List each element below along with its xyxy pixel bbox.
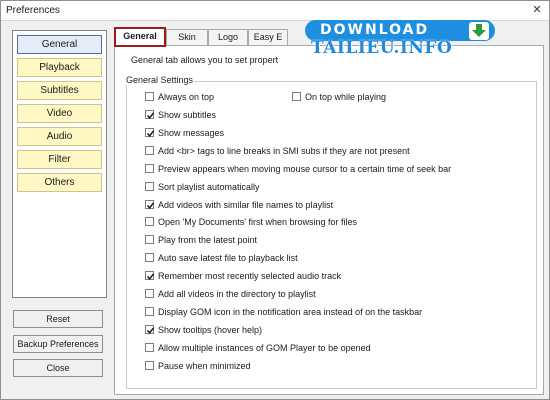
- option-label: Display GOM icon in the notification are…: [158, 306, 423, 317]
- checkbox[interactable]: [292, 92, 301, 101]
- title-bar: Preferences ✕: [1, 1, 549, 21]
- tab-logo[interactable]: Logo: [208, 29, 248, 45]
- sidebar-item-playback[interactable]: Playback: [17, 58, 102, 77]
- option-sort-playlist[interactable]: Sort playlist automatically: [145, 181, 260, 194]
- option-label: Remember most recently selected audio tr…: [158, 271, 342, 282]
- checkbox[interactable]: [145, 342, 154, 352]
- option-label: Preview appears when moving mouse cursor…: [158, 163, 452, 174]
- check-icon: [146, 130, 155, 137]
- checkbox[interactable]: [145, 324, 155, 334]
- sidebar-item-label: Filter: [48, 154, 71, 165]
- option-show-subtitles[interactable]: Show subtitles: [145, 110, 216, 122]
- option-pause-when-minimized[interactable]: Pause when minimized: [145, 360, 251, 373]
- option-add-br-tags[interactable]: Add <br> tags to line breaks in SMI subs…: [145, 145, 410, 158]
- watermark-line1: DOWNLOAD: [320, 22, 430, 38]
- sidebar-item-label: Subtitles: [40, 85, 79, 96]
- option-add-similar-videos[interactable]: Add videos with similar file names to pl…: [145, 199, 334, 212]
- checkbox[interactable]: [145, 110, 155, 119]
- option-show-messages[interactable]: Show messages: [145, 127, 225, 140]
- option-show-tooltips[interactable]: Show tooltips (hover help): [145, 324, 263, 337]
- reset-button[interactable]: Reset: [13, 310, 103, 328]
- checkbox[interactable]: [145, 289, 154, 298]
- option-label: Open 'My Documents' first when browsing …: [158, 217, 358, 228]
- category-sidebar: General Playback Subtitles Video Audio F…: [12, 30, 107, 298]
- option-label: On top while playing: [305, 92, 387, 102]
- option-label: Sort playlist automatically: [158, 181, 260, 192]
- checkbox[interactable]: [145, 360, 154, 370]
- option-remember-audio-track[interactable]: Remember most recently selected audio tr…: [145, 271, 341, 283]
- checkbox[interactable]: [145, 92, 154, 101]
- checkbox[interactable]: [145, 199, 155, 209]
- option-label: Allow multiple instances of GOM Player t…: [158, 342, 371, 353]
- option-on-top-while-playing[interactable]: On top while playing: [292, 92, 386, 104]
- arrow-down-icon: [469, 22, 489, 40]
- option-label: Pause when minimized: [158, 360, 251, 371]
- sidebar-item-video[interactable]: Video: [17, 104, 102, 123]
- checkbox[interactable]: [145, 145, 154, 155]
- tab-general[interactable]: General: [114, 27, 166, 47]
- checkbox[interactable]: [145, 127, 155, 137]
- option-label: Auto save latest file to playback list: [158, 253, 298, 264]
- sidebar-item-audio[interactable]: Audio: [17, 127, 102, 146]
- checkbox[interactable]: [145, 181, 154, 191]
- checkbox[interactable]: [145, 306, 154, 316]
- sidebar-item-label: Video: [46, 108, 73, 119]
- check-icon: [146, 201, 155, 209]
- sidebar-item-filter[interactable]: Filter: [17, 150, 102, 169]
- checkbox[interactable]: [145, 271, 155, 281]
- sidebar-item-label: Playback: [39, 62, 80, 73]
- tab-description: General tab allows you to set propert: [131, 55, 279, 65]
- close-button[interactable]: Close: [13, 359, 103, 377]
- watermark-line2: TAILIEU.INFO: [311, 38, 453, 58]
- sidebar-item-label: General: [41, 39, 78, 50]
- download-watermark: DOWNLOAD TAILIEU.INFO: [281, 20, 524, 62]
- option-label: Add <br> tags to line breaks in SMI subs…: [158, 145, 410, 156]
- close-icon[interactable]: ✕: [529, 3, 545, 17]
- option-seek-preview[interactable]: Preview appears when moving mouse cursor…: [145, 163, 452, 176]
- sidebar-item-label: Others: [44, 177, 75, 188]
- backup-preferences-button[interactable]: Backup Preferences: [13, 335, 103, 353]
- checkbox[interactable]: [145, 217, 154, 227]
- check-icon: [146, 273, 155, 281]
- checkbox[interactable]: [145, 235, 154, 245]
- sidebar-item-label: Audio: [46, 131, 73, 142]
- sidebar-item-others[interactable]: Others: [17, 173, 102, 192]
- option-label: Add videos with similar file names to pl…: [158, 199, 334, 210]
- option-auto-save-latest[interactable]: Auto save latest file to playback list: [145, 253, 298, 265]
- option-label: Show messages: [158, 127, 225, 138]
- check-icon: [146, 112, 155, 119]
- checkbox[interactable]: [145, 253, 154, 263]
- option-label: Play from the latest point: [158, 235, 258, 246]
- check-icon: [146, 327, 155, 334]
- window-title: Preferences: [6, 5, 60, 16]
- option-label: Add all videos in the directory to playl…: [158, 289, 316, 299]
- option-play-from-latest[interactable]: Play from the latest point: [145, 235, 257, 247]
- option-open-my-documents[interactable]: Open 'My Documents' first when browsing …: [145, 217, 357, 229]
- preferences-window: Preferences ✕ General Playback Subtitles…: [0, 0, 550, 400]
- option-label: Show subtitles: [158, 110, 217, 120]
- tab-skin[interactable]: Skin: [166, 29, 208, 45]
- option-add-directory-videos[interactable]: Add all videos in the directory to playl…: [145, 289, 316, 301]
- option-always-on-top[interactable]: Always on top: [145, 92, 214, 104]
- option-label: Show tooltips (hover help): [158, 324, 263, 335]
- option-notification-icon[interactable]: Display GOM icon in the notification are…: [145, 306, 423, 319]
- sidebar-item-subtitles[interactable]: Subtitles: [17, 81, 102, 100]
- general-tab-panel: General tab allows you to set propert Ge…: [114, 45, 544, 395]
- checkbox[interactable]: [145, 163, 154, 173]
- group-label: General Settings: [124, 75, 196, 85]
- option-multiple-instances[interactable]: Allow multiple instances of GOM Player t…: [145, 342, 371, 355]
- option-label: Always on top: [158, 92, 215, 102]
- sidebar-item-general[interactable]: General: [17, 35, 102, 54]
